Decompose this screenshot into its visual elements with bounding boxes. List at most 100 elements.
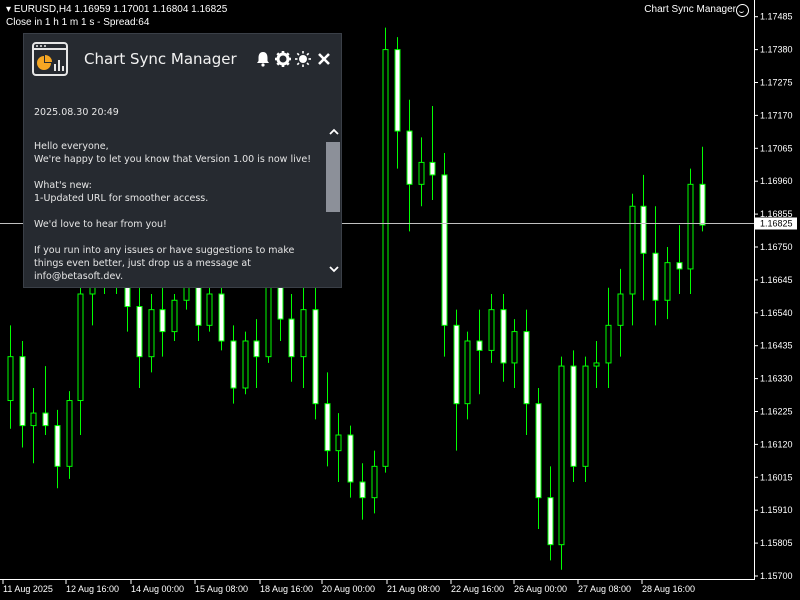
candle [687, 168, 694, 294]
candle-body [511, 331, 518, 364]
candle-body [464, 340, 471, 405]
theme-icon[interactable] [294, 50, 312, 68]
candle [382, 27, 389, 473]
x-tick-label: 20 Aug 00:00 [322, 584, 375, 594]
y-tick-label: 1.16120 [760, 439, 793, 449]
candle-body [629, 205, 636, 295]
candle [464, 331, 471, 420]
x-tick-label: 11 Aug 2025 [3, 584, 53, 594]
candle [640, 174, 647, 301]
candle-body [476, 340, 483, 351]
bell-icon[interactable] [254, 50, 272, 68]
y-tick-label: 1.17275 [760, 78, 793, 88]
candle-body [171, 299, 178, 333]
candle-body [136, 306, 143, 358]
candle [242, 331, 249, 395]
scroll-down-icon[interactable] [327, 263, 341, 275]
candle-body [19, 356, 26, 427]
y-tick-label: 1.16645 [760, 275, 793, 285]
candle [136, 278, 143, 388]
y-ticks: 1.17485 1.17380 1.17275 1.17170 1.17065 1.169… [754, 12, 793, 581]
candle-body [359, 481, 366, 499]
gear-icon[interactable] [274, 50, 292, 68]
panel-title: Chart Sync Manager [84, 50, 237, 68]
current-price-tag: 1.16825 [755, 217, 797, 230]
candle [593, 341, 600, 388]
close-icon[interactable] [315, 50, 333, 68]
candle-body [664, 262, 671, 301]
candle-body [253, 340, 260, 358]
candle [676, 225, 683, 294]
scrollbar-thumb[interactable] [326, 142, 340, 212]
y-tick-label: 1.15700 [760, 571, 793, 581]
candle-body [347, 434, 354, 483]
y-tick-label: 1.16750 [760, 242, 793, 252]
candle [547, 466, 554, 561]
candle [652, 206, 659, 326]
y-tick-label: 1.17485 [760, 12, 793, 22]
candle-body [218, 293, 225, 342]
candle [488, 294, 495, 363]
x-tick-label: 12 Aug 16:00 [66, 584, 119, 594]
candle [371, 450, 378, 514]
x-tick-label: 28 Aug 16:00 [642, 584, 695, 594]
candle-body [500, 309, 507, 364]
x-tick-label: 21 Aug 08:00 [387, 584, 440, 594]
ea-name-label[interactable]: Chart Sync Manager [644, 4, 736, 15]
candle-body [7, 356, 14, 402]
triangle-down-icon: ▾ [6, 4, 12, 15]
candle [171, 294, 178, 341]
candle [394, 37, 401, 169]
candle-body [159, 309, 166, 333]
candle [7, 325, 14, 429]
candle [218, 284, 225, 351]
candle-body [488, 309, 495, 351]
candle-body [42, 412, 49, 427]
candle-body [418, 161, 425, 185]
candle [347, 425, 354, 498]
candle [324, 372, 331, 467]
candle-body [558, 365, 565, 546]
smiley-icon[interactable] [736, 4, 749, 17]
y-tick-label: 1.16330 [760, 374, 793, 384]
panel-header[interactable]: Chart Sync Manager [24, 34, 341, 86]
message-text: Hello everyone, We're happy to let you k… [34, 141, 312, 282]
candle-body [288, 318, 295, 358]
candle [300, 284, 307, 388]
y-tick-label: 1.16015 [760, 472, 793, 482]
candle-body [687, 183, 694, 270]
candle-body [206, 293, 213, 326]
candle [30, 388, 37, 464]
y-tick-label: 1.17380 [760, 45, 793, 55]
candle [359, 463, 366, 520]
scroll-up-icon[interactable] [327, 126, 341, 138]
y-tick-label: 1.16225 [760, 407, 793, 417]
panel-message-area[interactable]: 2025.08.30 20:49 Hello everyone, We're h… [24, 94, 324, 284]
candle [159, 278, 166, 357]
candle-body [535, 403, 542, 499]
candle [500, 294, 507, 382]
candle-body [406, 130, 413, 185]
candle [148, 294, 155, 373]
candle-body [265, 277, 272, 358]
candle-body [547, 497, 554, 546]
candle-body [523, 331, 530, 405]
candle [66, 391, 73, 479]
candle [441, 153, 448, 357]
candle-body [382, 49, 389, 467]
candle [629, 193, 636, 326]
candle-body [148, 309, 155, 358]
candle-body [605, 324, 612, 364]
candle-body [312, 309, 319, 405]
y-tick-label: 1.15805 [760, 538, 793, 548]
candle [54, 409, 61, 489]
candle [335, 413, 342, 482]
x-tick-label: 27 Aug 08:00 [578, 584, 631, 594]
candle [288, 294, 295, 382]
candle-body [593, 362, 600, 367]
candle [511, 319, 518, 388]
candle-body [429, 161, 436, 176]
candle [558, 356, 565, 570]
x-tick-label: 26 Aug 00:00 [514, 584, 567, 594]
candle-body [441, 174, 448, 326]
